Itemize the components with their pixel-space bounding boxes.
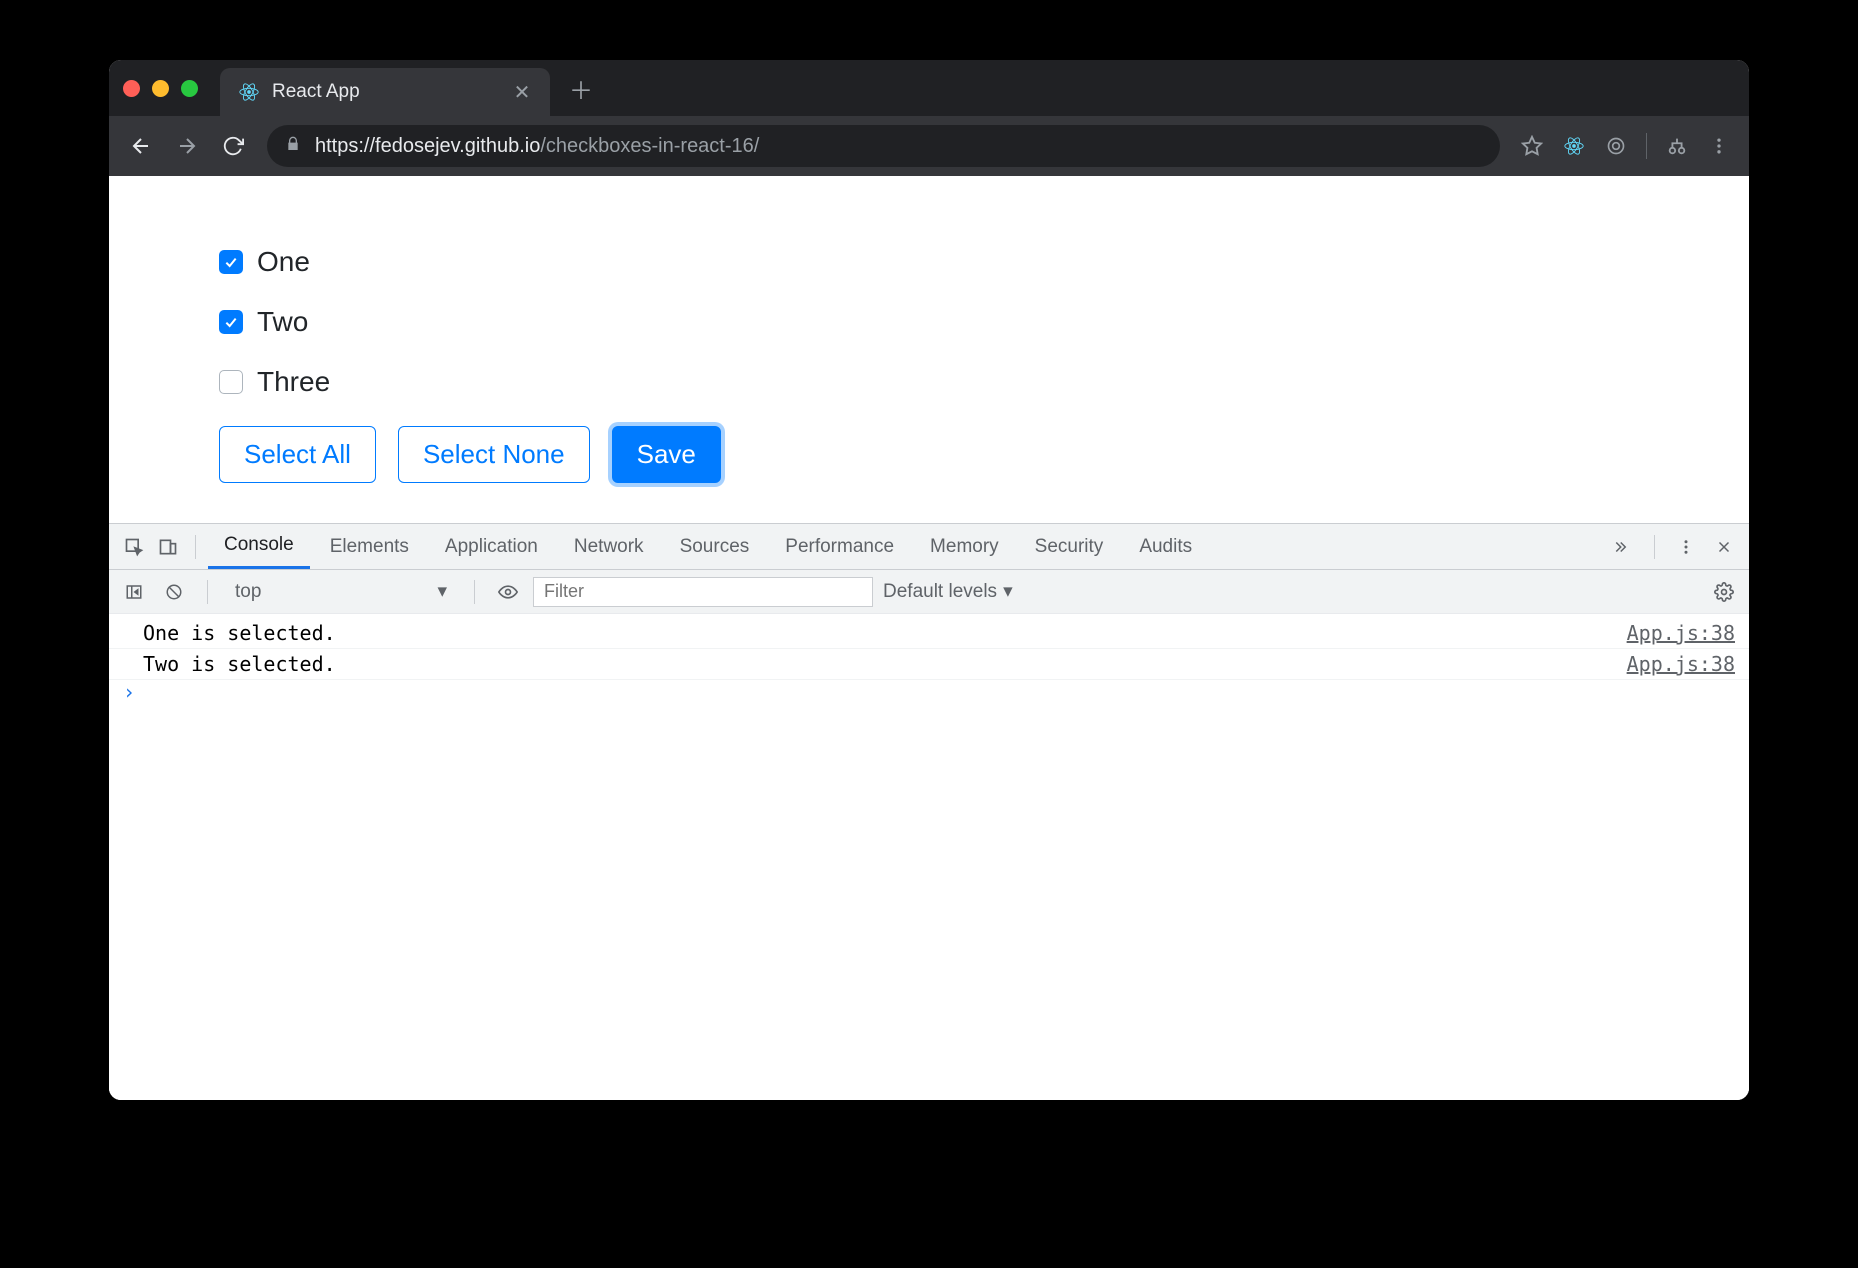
window-controls (123, 80, 198, 97)
separator (1654, 535, 1655, 559)
new-tab-button[interactable]: ＋ (566, 71, 596, 106)
url-text: https://fedosejev.github.io/checkboxes-i… (315, 135, 759, 158)
inspect-icon[interactable] (119, 532, 149, 562)
titlebar: React App ✕ ＋ (109, 60, 1749, 116)
checkbox-row: Three (219, 366, 1639, 398)
console-log: One is selected. App.js:38 Two is select… (109, 614, 1749, 1100)
toolbar-divider (1646, 133, 1647, 159)
context-value: top (235, 581, 261, 603)
separator (207, 580, 208, 604)
separator (474, 580, 475, 604)
devtools-menu-icon[interactable] (1671, 532, 1701, 562)
app-root: One Two Three Select All Select None Sav… (109, 176, 1749, 523)
bookmark-icon[interactable] (1514, 128, 1550, 164)
page-content: One Two Three Select All Select None Sav… (109, 176, 1749, 1100)
react-devtools-icon[interactable] (1556, 128, 1592, 164)
back-button[interactable] (121, 126, 161, 166)
log-message: Two is selected. (143, 652, 336, 676)
console-settings-icon[interactable] (1709, 577, 1739, 607)
url-host: https://fedosejev.github.io (315, 135, 540, 157)
browser-window: React App ✕ ＋ https://fedosejev.github.i… (109, 60, 1749, 1100)
checkbox-three[interactable] (219, 370, 243, 394)
maximize-window-button[interactable] (181, 80, 198, 97)
context-selector[interactable]: top ▾ (226, 577, 456, 607)
tab-network[interactable]: Network (558, 524, 660, 569)
more-tabs-icon[interactable] (1608, 532, 1638, 562)
tab-application[interactable]: Application (429, 524, 554, 569)
checkbox-one[interactable] (219, 250, 243, 274)
tab-memory[interactable]: Memory (914, 524, 1015, 569)
close-devtools-icon[interactable] (1709, 532, 1739, 562)
menu-icon[interactable] (1701, 128, 1737, 164)
tab-audits[interactable]: Audits (1123, 524, 1208, 569)
address-bar[interactable]: https://fedosejev.github.io/checkboxes-i… (267, 125, 1500, 167)
select-all-button[interactable]: Select All (219, 426, 376, 483)
sidebar-toggle-icon[interactable] (119, 577, 149, 607)
tab-console[interactable]: Console (208, 524, 310, 569)
separator (195, 535, 196, 559)
button-row: Select All Select None Save (219, 426, 1639, 483)
console-prompt[interactable]: › (109, 680, 1749, 704)
lock-icon (285, 136, 301, 157)
chevron-down-icon: ▾ (1003, 580, 1013, 603)
tab-security[interactable]: Security (1019, 524, 1120, 569)
profile-icon[interactable] (1659, 128, 1695, 164)
forward-button[interactable] (167, 126, 207, 166)
extension-icon[interactable] (1598, 128, 1634, 164)
checkbox-label: One (257, 246, 310, 278)
console-filterbar: top ▾ Default levels ▾ (109, 570, 1749, 614)
filter-input[interactable] (533, 577, 873, 607)
log-source-link[interactable]: App.js:38 (1627, 652, 1735, 676)
levels-label: Default levels (883, 581, 997, 603)
browser-tab[interactable]: React App ✕ (220, 68, 550, 116)
log-message: One is selected. (143, 621, 336, 645)
devtools-tabs: Console Elements Application Network Sou… (109, 524, 1749, 570)
tab-sources[interactable]: Sources (664, 524, 766, 569)
save-button[interactable]: Save (612, 426, 721, 483)
clear-console-icon[interactable] (159, 577, 189, 607)
tab-elements[interactable]: Elements (314, 524, 425, 569)
checkbox-two[interactable] (219, 310, 243, 334)
checkbox-row: One (219, 246, 1639, 278)
checkbox-label: Two (257, 306, 308, 338)
tab-performance[interactable]: Performance (769, 524, 910, 569)
browser-toolbar: https://fedosejev.github.io/checkboxes-i… (109, 116, 1749, 176)
react-icon (238, 81, 260, 103)
chevron-down-icon: ▾ (437, 580, 447, 603)
live-expression-icon[interactable] (493, 577, 523, 607)
log-levels-selector[interactable]: Default levels ▾ (883, 580, 1013, 603)
log-source-link[interactable]: App.js:38 (1627, 621, 1735, 645)
log-entry: Two is selected. App.js:38 (109, 649, 1749, 680)
close-window-button[interactable] (123, 80, 140, 97)
select-none-button[interactable]: Select None (398, 426, 590, 483)
url-path: /checkboxes-in-react-16/ (540, 135, 759, 157)
device-toggle-icon[interactable] (153, 532, 183, 562)
devtools-panel: Console Elements Application Network Sou… (109, 523, 1749, 1100)
minimize-window-button[interactable] (152, 80, 169, 97)
reload-button[interactable] (213, 126, 253, 166)
close-tab-icon[interactable]: ✕ (512, 80, 532, 105)
log-entry: One is selected. App.js:38 (109, 618, 1749, 649)
checkbox-row: Two (219, 306, 1639, 338)
checkbox-label: Three (257, 366, 330, 398)
tab-title: React App (272, 81, 500, 103)
